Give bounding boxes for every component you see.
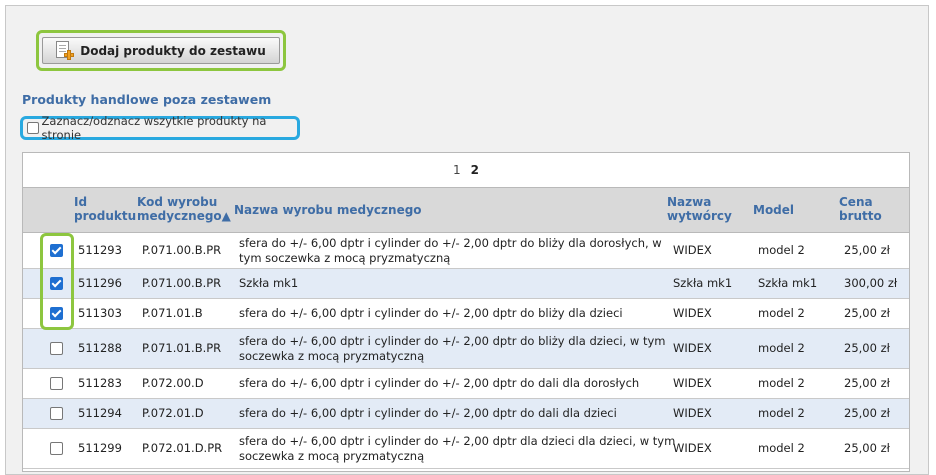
document-add-icon [56,41,75,60]
table-row: 511303 P.071.01.B sfera do +/- 6,00 dptr i… [23,299,909,329]
table-row: 511299 P.072.01.D.PR sfera do +/- 6,00 dpt… [23,429,909,469]
row-model: model 2 [758,306,805,320]
row-price: 25,00 zł [844,306,890,320]
row-checkbox[interactable] [50,377,63,390]
table-row: 511296 P.071.00.B.PR Szkła mk1 Szkła mk1 Szk… [23,269,909,299]
row-maker: WIDEX [673,441,712,455]
row-name: Szkła mk1 [239,276,299,290]
col-header-maker[interactable]: Nazwa wytwórcy [667,195,732,223]
section-title: Produkty handlowe poza zestawem [22,92,272,107]
row-model: model 2 [758,243,805,257]
row-name: sfera do +/- 6,00 dptr i cylinder do +/-… [239,434,676,463]
row-price: 25,00 zł [844,243,890,257]
row-price: 25,00 zł [844,376,890,390]
row-maker: WIDEX [673,243,712,257]
row-model: Szkła mk1 [758,276,818,290]
row-price: 25,00 zł [844,406,890,420]
add-products-label: Dodaj produkty do zestawu [80,43,266,58]
row-price: 300,00 zł [844,276,898,290]
col-header-model[interactable]: Model [753,203,794,217]
select-all-checkbox[interactable] [27,122,39,134]
pagination: 1 2 [23,153,909,188]
page-link-1[interactable]: 1 [453,163,461,177]
row-code: P.072.01.D.PR [142,441,223,455]
row-name: sfera do +/- 6,00 dptr i cylinder do +/-… [239,306,623,320]
row-name: sfera do +/- 6,00 dptr i cylinder do +/-… [239,376,640,390]
row-maker: WIDEX [673,406,712,420]
col-header-code[interactable]: Kod wyrobu medycznego▲ [137,195,231,223]
row-code: P.072.00.D [142,376,204,390]
row-price: 25,00 zł [844,441,890,455]
row-price: 25,00 zł [844,341,890,355]
row-code: P.071.01.B.PR [142,341,222,355]
table-header: Id produktu Kod wyrobu medycznego▲ Nazwa w… [23,188,909,233]
row-code: P.071.00.B.PR [142,243,222,257]
table-row: 511283 P.072.00.D sfera do +/- 6,00 dptr i… [23,369,909,399]
row-maker: WIDEX [673,306,712,320]
row-model: model 2 [758,376,805,390]
row-id: 511283 [78,376,122,390]
row-id: 511288 [78,341,122,355]
select-all-label: Zaznacz/odznacz wszytkie produkty na str… [41,114,267,142]
row-code: P.071.01.B [142,306,203,320]
row-id: 511296 [78,276,122,290]
page-current-2: 2 [470,163,479,177]
add-products-button[interactable]: Dodaj produkty do zestawu [42,37,280,64]
row-id: 511293 [78,243,122,257]
row-maker: WIDEX [673,341,712,355]
col-header-price[interactable]: Cena brutto [839,195,882,223]
table-row: 511288 P.071.01.B.PR sfera do +/- 6,00 dpt… [23,329,909,369]
row-id: 511299 [78,441,122,455]
row-id: 511303 [78,306,122,320]
row-code: P.072.01.D [142,406,204,420]
col-header-id[interactable]: Id produktu [74,195,136,223]
table-row: 511294 P.072.01.D sfera do +/- 6,00 dptr i… [23,399,909,429]
col-header-name[interactable]: Nazwa wyrobu medycznego [234,203,422,217]
table-row: 511293 P.071.00.B.PR sfera do +/- 6,00 dpt… [23,233,909,269]
row-id: 511294 [78,406,122,420]
add-button-highlight: Dodaj produkty do zestawu [36,30,286,71]
row-name: sfera do +/- 6,00 dptr i cylinder do +/-… [239,236,662,265]
row-model: model 2 [758,341,805,355]
row-code: P.071.00.B.PR [142,276,222,290]
row-name: sfera do +/- 6,00 dptr i cylinder do +/-… [239,406,617,420]
row-checkbox[interactable] [50,442,63,455]
products-table: 1 2 Id produktu Kod wyrobu medycznego▲ Naz… [22,152,910,472]
row-maker: Szkła mk1 [673,276,733,290]
select-all-control[interactable]: Zaznacz/odznacz wszytkie produkty na str… [20,114,300,142]
row-checkbox[interactable] [50,244,63,257]
row-model: model 2 [758,441,805,455]
row-checkbox[interactable] [50,407,63,420]
row-maker: WIDEX [673,376,712,390]
row-checkbox[interactable] [50,307,63,320]
row-checkbox[interactable] [50,277,63,290]
row-checkbox[interactable] [50,342,63,355]
row-name: sfera do +/- 6,00 dptr i cylinder do +/-… [239,334,666,363]
row-model: model 2 [758,406,805,420]
